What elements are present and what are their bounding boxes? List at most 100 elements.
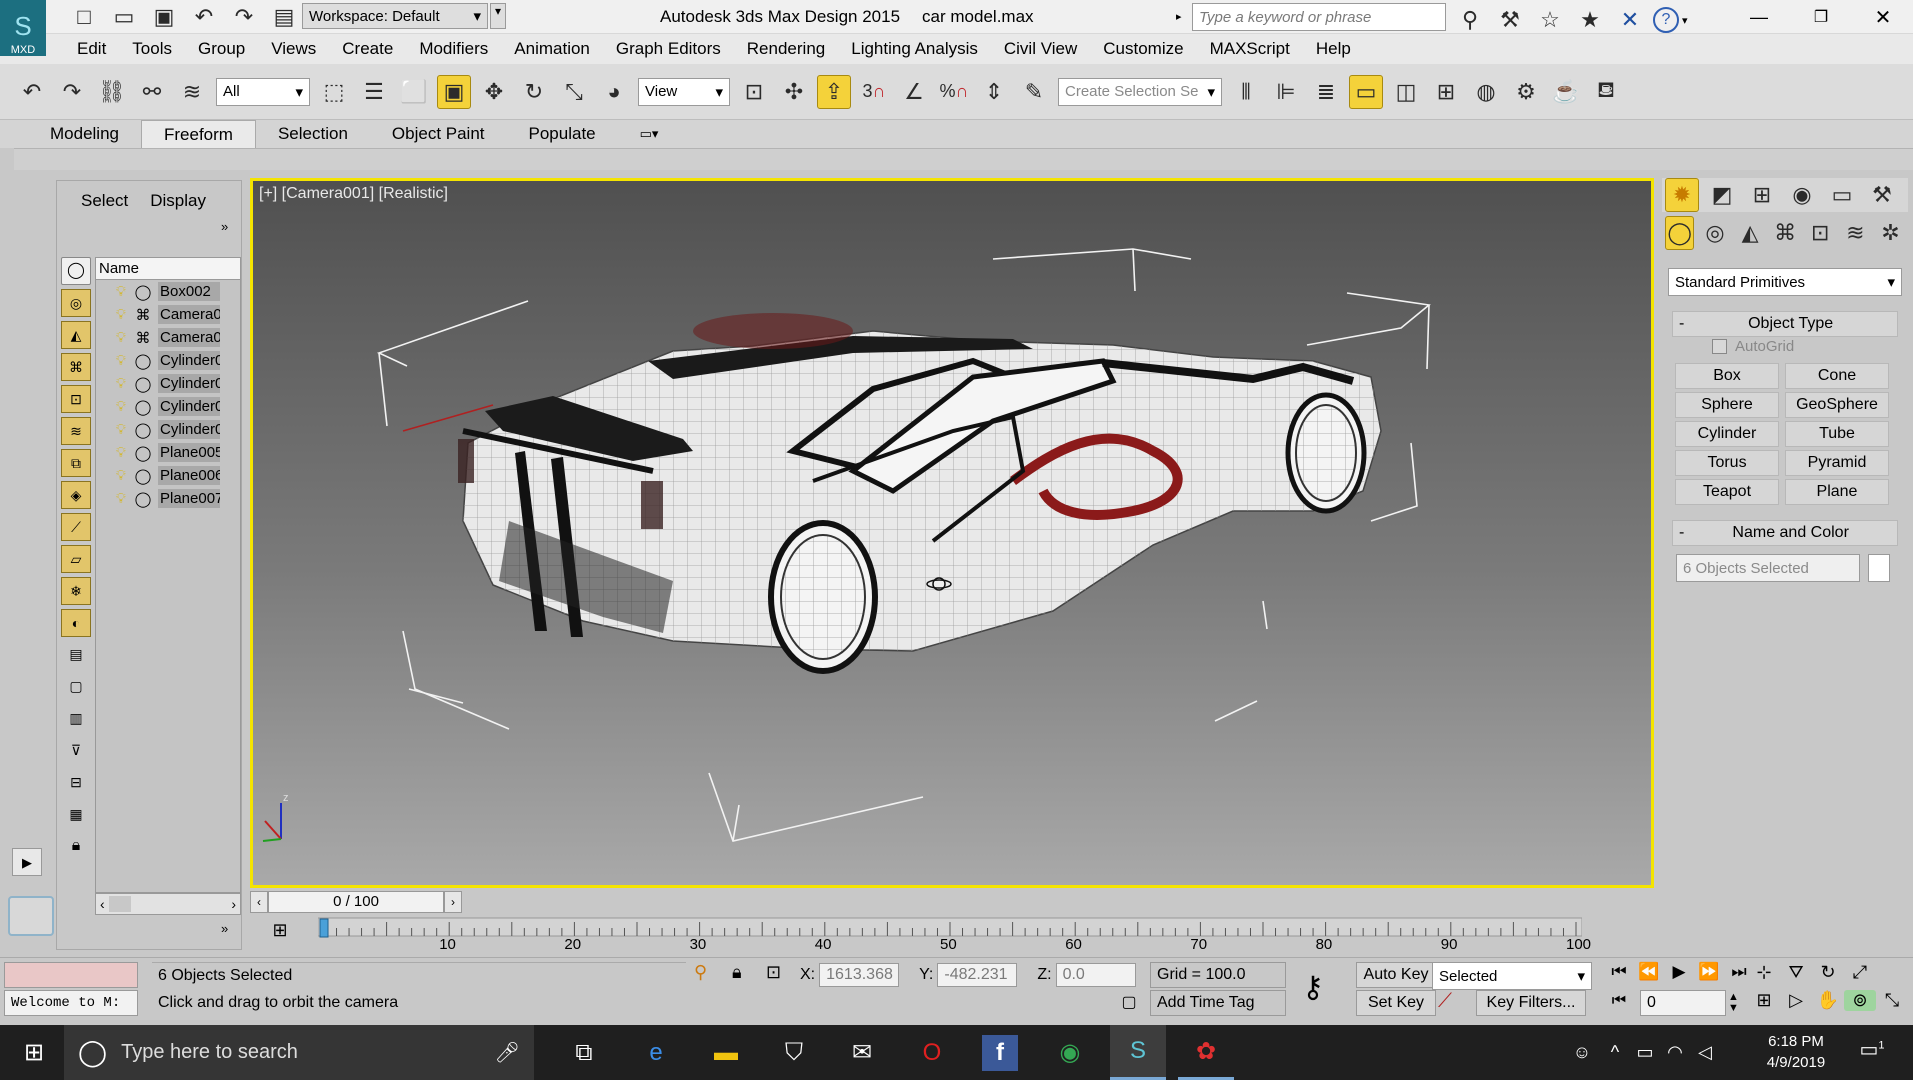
toggle-layers-icon[interactable]: ▦ xyxy=(61,801,91,829)
menu-lighting-analysis[interactable]: Lighting Analysis xyxy=(838,34,991,64)
hierarchy-tab-icon[interactable]: ⊞ xyxy=(1745,178,1779,212)
render-setup-icon[interactable]: ⚙ xyxy=(1509,75,1543,109)
place-icon[interactable]: ◕ xyxy=(597,75,631,109)
next-frame-icon[interactable]: › xyxy=(444,891,462,913)
window-crossing-icon[interactable]: ▣ xyxy=(437,74,471,109)
previous-key-icon[interactable]: ⏪ xyxy=(1634,962,1664,982)
horizontal-scrollbar-thumb[interactable] xyxy=(108,896,131,912)
frame-spinner-icon[interactable]: ▲ ▼ xyxy=(1728,992,1739,1014)
light-bulb-icon[interactable]: 💡︎ xyxy=(116,490,132,507)
select-object-icon[interactable]: ⬚ xyxy=(317,75,351,109)
show-hidden-icons-icon[interactable]: ^ xyxy=(1600,1042,1630,1063)
display-geometry-icon[interactable]: ◯ xyxy=(61,257,91,285)
mirror-icon[interactable]: ⫴ xyxy=(1229,75,1263,109)
subscription-icon[interactable]: ⚒ xyxy=(1493,3,1527,37)
workspace-menu-icon[interactable]: ▾ xyxy=(490,3,506,29)
workspace-dropdown[interactable]: Workspace: Default ▾ xyxy=(302,3,488,29)
find-icon[interactable]: ⊟ xyxy=(61,769,91,797)
x-coordinate-field[interactable]: 1613.368 xyxy=(819,963,900,987)
tab-freeform[interactable]: Freeform xyxy=(141,119,256,149)
ribbon-options-icon[interactable]: ▭▾ xyxy=(618,120,681,148)
helpers-icon[interactable]: ⊡ xyxy=(1806,216,1835,250)
display-invert-icon[interactable]: ▥ xyxy=(61,705,91,733)
track-bar[interactable]: 10 20 30 40 50 60 70 80 90 100 xyxy=(318,916,1591,956)
menu-help[interactable]: Help xyxy=(1303,34,1364,64)
light-bulb-icon[interactable]: 💡︎ xyxy=(116,306,132,323)
geosphere-button[interactable]: GeoSphere xyxy=(1785,392,1889,418)
maximize-viewport-icon[interactable]: ⤢ xyxy=(1844,962,1876,983)
geometry-circle-icon[interactable]: ◯ xyxy=(132,444,154,462)
time-tag-icon[interactable]: ▢ xyxy=(1116,992,1142,1016)
geometry-circle-icon[interactable]: ◯ xyxy=(132,421,154,439)
utilities-tab-icon[interactable]: ⚒ xyxy=(1865,178,1899,212)
menu-create[interactable]: Create xyxy=(329,34,406,64)
unlink-icon[interactable]: ⚯ xyxy=(135,75,169,109)
battery-icon[interactable]: ▭ xyxy=(1630,1042,1660,1063)
display-cameras-icon[interactable]: ⌘ xyxy=(61,353,91,381)
track-bar-toggle-icon[interactable]: ⊞ xyxy=(266,920,294,946)
list-item[interactable]: 💡︎⌘Camera00 xyxy=(96,326,240,349)
spinner-snap-icon[interactable]: ⇕ xyxy=(977,75,1011,109)
menu-modifiers[interactable]: Modifiers xyxy=(406,34,501,64)
undo-icon[interactable]: ↶ xyxy=(15,75,49,109)
help-dropdown-icon[interactable]: ▾ xyxy=(1682,14,1688,27)
project-folder-icon[interactable]: ▤ xyxy=(267,0,301,34)
menu-animation[interactable]: Animation xyxy=(501,34,603,64)
lock-icon[interactable]: 🔒︎ xyxy=(61,833,91,861)
cone-button[interactable]: Cone xyxy=(1785,363,1889,389)
menu-graph-editors[interactable]: Graph Editors xyxy=(603,34,734,64)
tab-select[interactable]: Select xyxy=(81,191,128,211)
pyramid-button[interactable]: Pyramid xyxy=(1785,450,1889,476)
truck-camera-icon[interactable]: ▷ xyxy=(1780,990,1812,1011)
name-column-header[interactable]: Name xyxy=(96,258,240,280)
layer-explorer-icon[interactable]: ≣ xyxy=(1309,75,1343,109)
reference-coordinate-dropdown[interactable]: View ▾ xyxy=(638,77,730,106)
filter-icon[interactable]: ⊽ xyxy=(61,737,91,765)
object-name-field[interactable]: 6 Objects Selected xyxy=(1676,554,1860,582)
display-all-icon[interactable]: ▤ xyxy=(61,641,91,669)
list-item[interactable]: 💡︎ ◯ Plane006 xyxy=(96,464,240,487)
list-item[interactable]: 💡︎ ◯ Cylinder0 xyxy=(96,395,240,418)
taskbar-search-box[interactable]: ◯ Type here to search 🎤︎ xyxy=(64,1025,534,1080)
current-frame-field[interactable]: 0 xyxy=(1640,990,1726,1016)
object-color-swatch[interactable] xyxy=(1868,554,1890,582)
cylinder-button[interactable]: Cylinder xyxy=(1675,421,1779,447)
teapot-button[interactable]: Teapot xyxy=(1675,479,1779,505)
maxscript-listener-top[interactable] xyxy=(4,962,138,988)
move-icon[interactable]: ✥ xyxy=(477,75,511,109)
next-key-icon[interactable]: ⏩ xyxy=(1694,962,1724,982)
modify-tab-icon[interactable]: ◩ xyxy=(1705,178,1739,212)
keyword-search-input[interactable]: Type a keyword or phrase xyxy=(1192,3,1446,31)
display-tab-icon[interactable]: ▭ xyxy=(1825,178,1859,212)
named-selection-set-dropdown[interactable]: Create Selection Se ▾ xyxy=(1058,77,1222,106)
favorites-icon[interactable]: ★ xyxy=(1573,3,1607,37)
create-tab-icon[interactable]: ✹ xyxy=(1665,178,1699,212)
network-icon[interactable]: ◠ xyxy=(1660,1042,1690,1063)
undo-icon[interactable]: ↶ xyxy=(187,0,221,34)
menu-tools[interactable]: Tools xyxy=(119,34,185,64)
previous-frame-icon[interactable]: ‹ xyxy=(250,891,268,913)
y-coordinate-field[interactable]: -482.231 xyxy=(937,963,1018,987)
expand-chevron-icon[interactable]: » xyxy=(221,921,228,936)
app-logo-button[interactable]: S MXD xyxy=(0,0,46,56)
render-production-icon[interactable]: ⛾ xyxy=(1589,75,1623,109)
redo-icon[interactable]: ↷ xyxy=(55,75,89,109)
maxscript-mini-listener[interactable]: Welcome to M: xyxy=(4,990,138,1016)
menu-customize[interactable]: Customize xyxy=(1090,34,1196,64)
scroll-left-icon[interactable]: ‹ xyxy=(100,896,105,912)
sphere-button[interactable]: Sphere xyxy=(1675,392,1779,418)
geometry-icon[interactable]: ◯ xyxy=(1665,216,1695,250)
tab-populate[interactable]: Populate xyxy=(507,120,618,148)
light-bulb-icon[interactable]: 💡︎ xyxy=(116,467,132,484)
name-and-color-rollout[interactable]: - Name and Color xyxy=(1672,520,1898,546)
space-warps-icon[interactable]: ≋ xyxy=(1841,216,1870,250)
geometry-circle-icon[interactable]: ◯ xyxy=(132,375,154,393)
set-key-button[interactable]: Set Key xyxy=(1356,990,1436,1016)
light-bulb-icon[interactable]: 💡︎ xyxy=(116,398,132,415)
add-time-tag[interactable]: Add Time Tag xyxy=(1150,990,1286,1016)
tube-button[interactable]: Tube xyxy=(1785,421,1889,447)
camera-icon[interactable]: ⌘ xyxy=(132,306,154,324)
box-button[interactable]: Box xyxy=(1675,363,1779,389)
people-icon[interactable]: ☺ xyxy=(1564,1042,1600,1063)
close-button[interactable]: ✕ xyxy=(1852,5,1913,30)
